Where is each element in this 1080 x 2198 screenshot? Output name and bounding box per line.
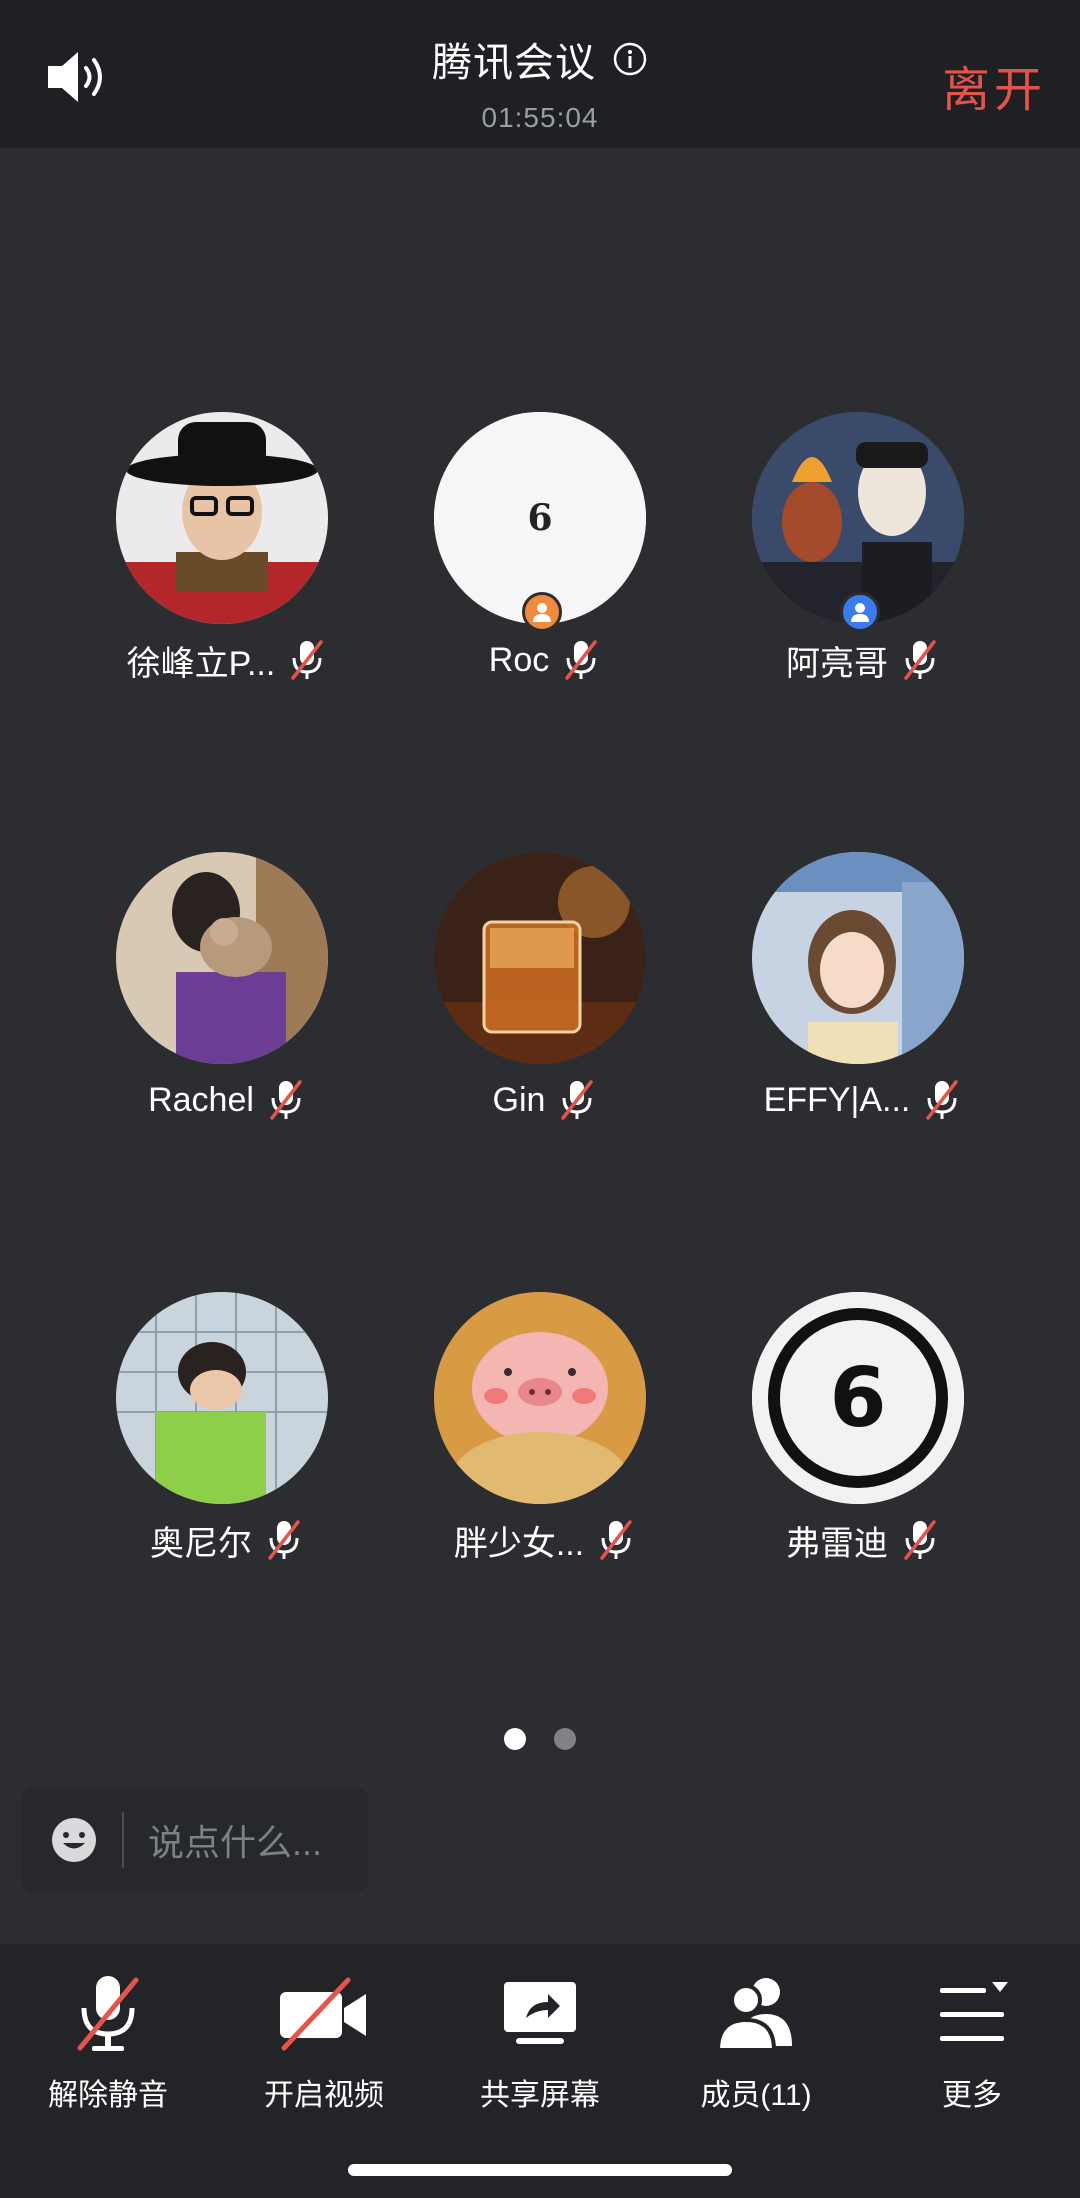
participant-name-row: Gin [394,1074,694,1126]
share-screen-button[interactable]: 共享屏幕 [440,1974,640,2124]
meeting-screen: 腾讯会议 01:55:04 离开 徐峰立P... 6 Roc 阿亮哥 Rache… [0,0,1080,2198]
emoji-icon[interactable] [50,1816,98,1864]
chat-placeholder: 说点什么... [148,1822,323,1863]
page-indicator [0,1728,1080,1752]
mic-off-icon [268,1520,300,1560]
share-screen-icon [504,1982,576,2044]
more-label: 更多 [942,2079,1002,2112]
cohost-badge-icon [840,592,880,632]
members-label: 成员(11) [700,2079,812,2112]
meeting-title-area: 腾讯会议 01:55:04 [0,30,1080,134]
more-button[interactable]: 更多 [872,1974,1072,2124]
participant-tile[interactable]: 6 弗雷迪 [712,1292,1012,1592]
participant-name: EFFY|A... [763,1080,911,1119]
mic-off-icon [561,1080,594,1120]
share-screen-label: 共享屏幕 [480,2079,600,2112]
avatar [116,412,328,624]
participant-tile[interactable]: 6 Roc [394,412,694,712]
participant-name: 徐峰立P... [126,644,276,683]
participant-name: 阿亮哥 [786,644,888,683]
mic-off-icon [600,1520,632,1560]
mic-off-icon [565,640,597,680]
avatar [434,852,646,1064]
mic-off-icon [926,1080,959,1120]
participant-tile[interactable]: 胖少女... [394,1292,694,1592]
participant-name-row: Roc [394,634,694,686]
unmute-label: 解除静音 [48,2079,168,2112]
mic-off-icon [904,1520,936,1560]
participant-tile[interactable]: 徐峰立P... [76,412,376,712]
mic-off-icon [291,640,324,680]
participant-name-row: Rachel [76,1074,376,1126]
members-button[interactable]: 成员(11) [656,1974,856,2124]
svg-text:6: 6 [527,497,552,539]
info-icon[interactable] [612,41,648,77]
participant-name: Gin [492,1080,546,1119]
participant-name: Roc [488,640,550,679]
host-badge-icon [522,592,562,632]
participant-name-row: 阿亮哥 [712,634,1012,686]
mic-off-icon [270,1080,302,1120]
avatar: 6 [752,1292,964,1504]
start-video-button[interactable]: 开启视频 [224,1974,424,2124]
chat-divider [122,1812,124,1868]
leave-button[interactable]: 离开 [942,50,1046,120]
avatar [434,1292,646,1504]
start-video-label: 开启视频 [264,2079,384,2112]
participant-name-row: 奥尼尔 [76,1514,376,1566]
participant-name: 弗雷迪 [786,1524,888,1563]
page-dot-active[interactable] [504,1728,526,1750]
home-indicator[interactable] [348,2164,732,2176]
mic-muted-icon [77,1976,139,2051]
chat-input[interactable]: 说点什么... [22,1788,368,1892]
page-dot[interactable] [554,1728,576,1750]
participant-name: 奥尼尔 [150,1524,252,1563]
participant-name-row: 徐峰立P... [76,634,376,686]
avatar [116,852,328,1064]
participant-name: Rachel [148,1080,254,1119]
bottom-toolbar: 解除静音 开启视频 共享屏幕 成员(11) 更多 [0,1944,1080,2198]
unmute-button[interactable]: 解除静音 [8,1974,208,2124]
participant-name-row: 胖少女... [394,1514,694,1566]
meeting-timer: 01:55:04 [481,102,599,133]
participant-tile[interactable]: 阿亮哥 [712,412,1012,712]
svg-text:6: 6 [829,1351,886,1446]
participant-name: 胖少女... [453,1524,585,1563]
more-menu-icon [940,1982,1008,2041]
meeting-title: 腾讯会议 [432,41,596,85]
participant-name-row: EFFY|A... [712,1074,1012,1126]
participant-name-row: 弗雷迪 [712,1514,1012,1566]
members-icon [715,1978,792,2052]
participant-tile[interactable]: EFFY|A... [712,852,1012,1152]
avatar [752,852,964,1064]
video-off-icon [280,1977,366,2051]
participant-tile[interactable]: Gin [394,852,694,1152]
top-bar: 腾讯会议 01:55:04 离开 [0,0,1080,148]
mic-off-icon [904,640,936,680]
participant-tile[interactable]: Rachel [76,852,376,1152]
participant-tile[interactable]: 奥尼尔 [76,1292,376,1592]
avatar [116,1292,328,1504]
